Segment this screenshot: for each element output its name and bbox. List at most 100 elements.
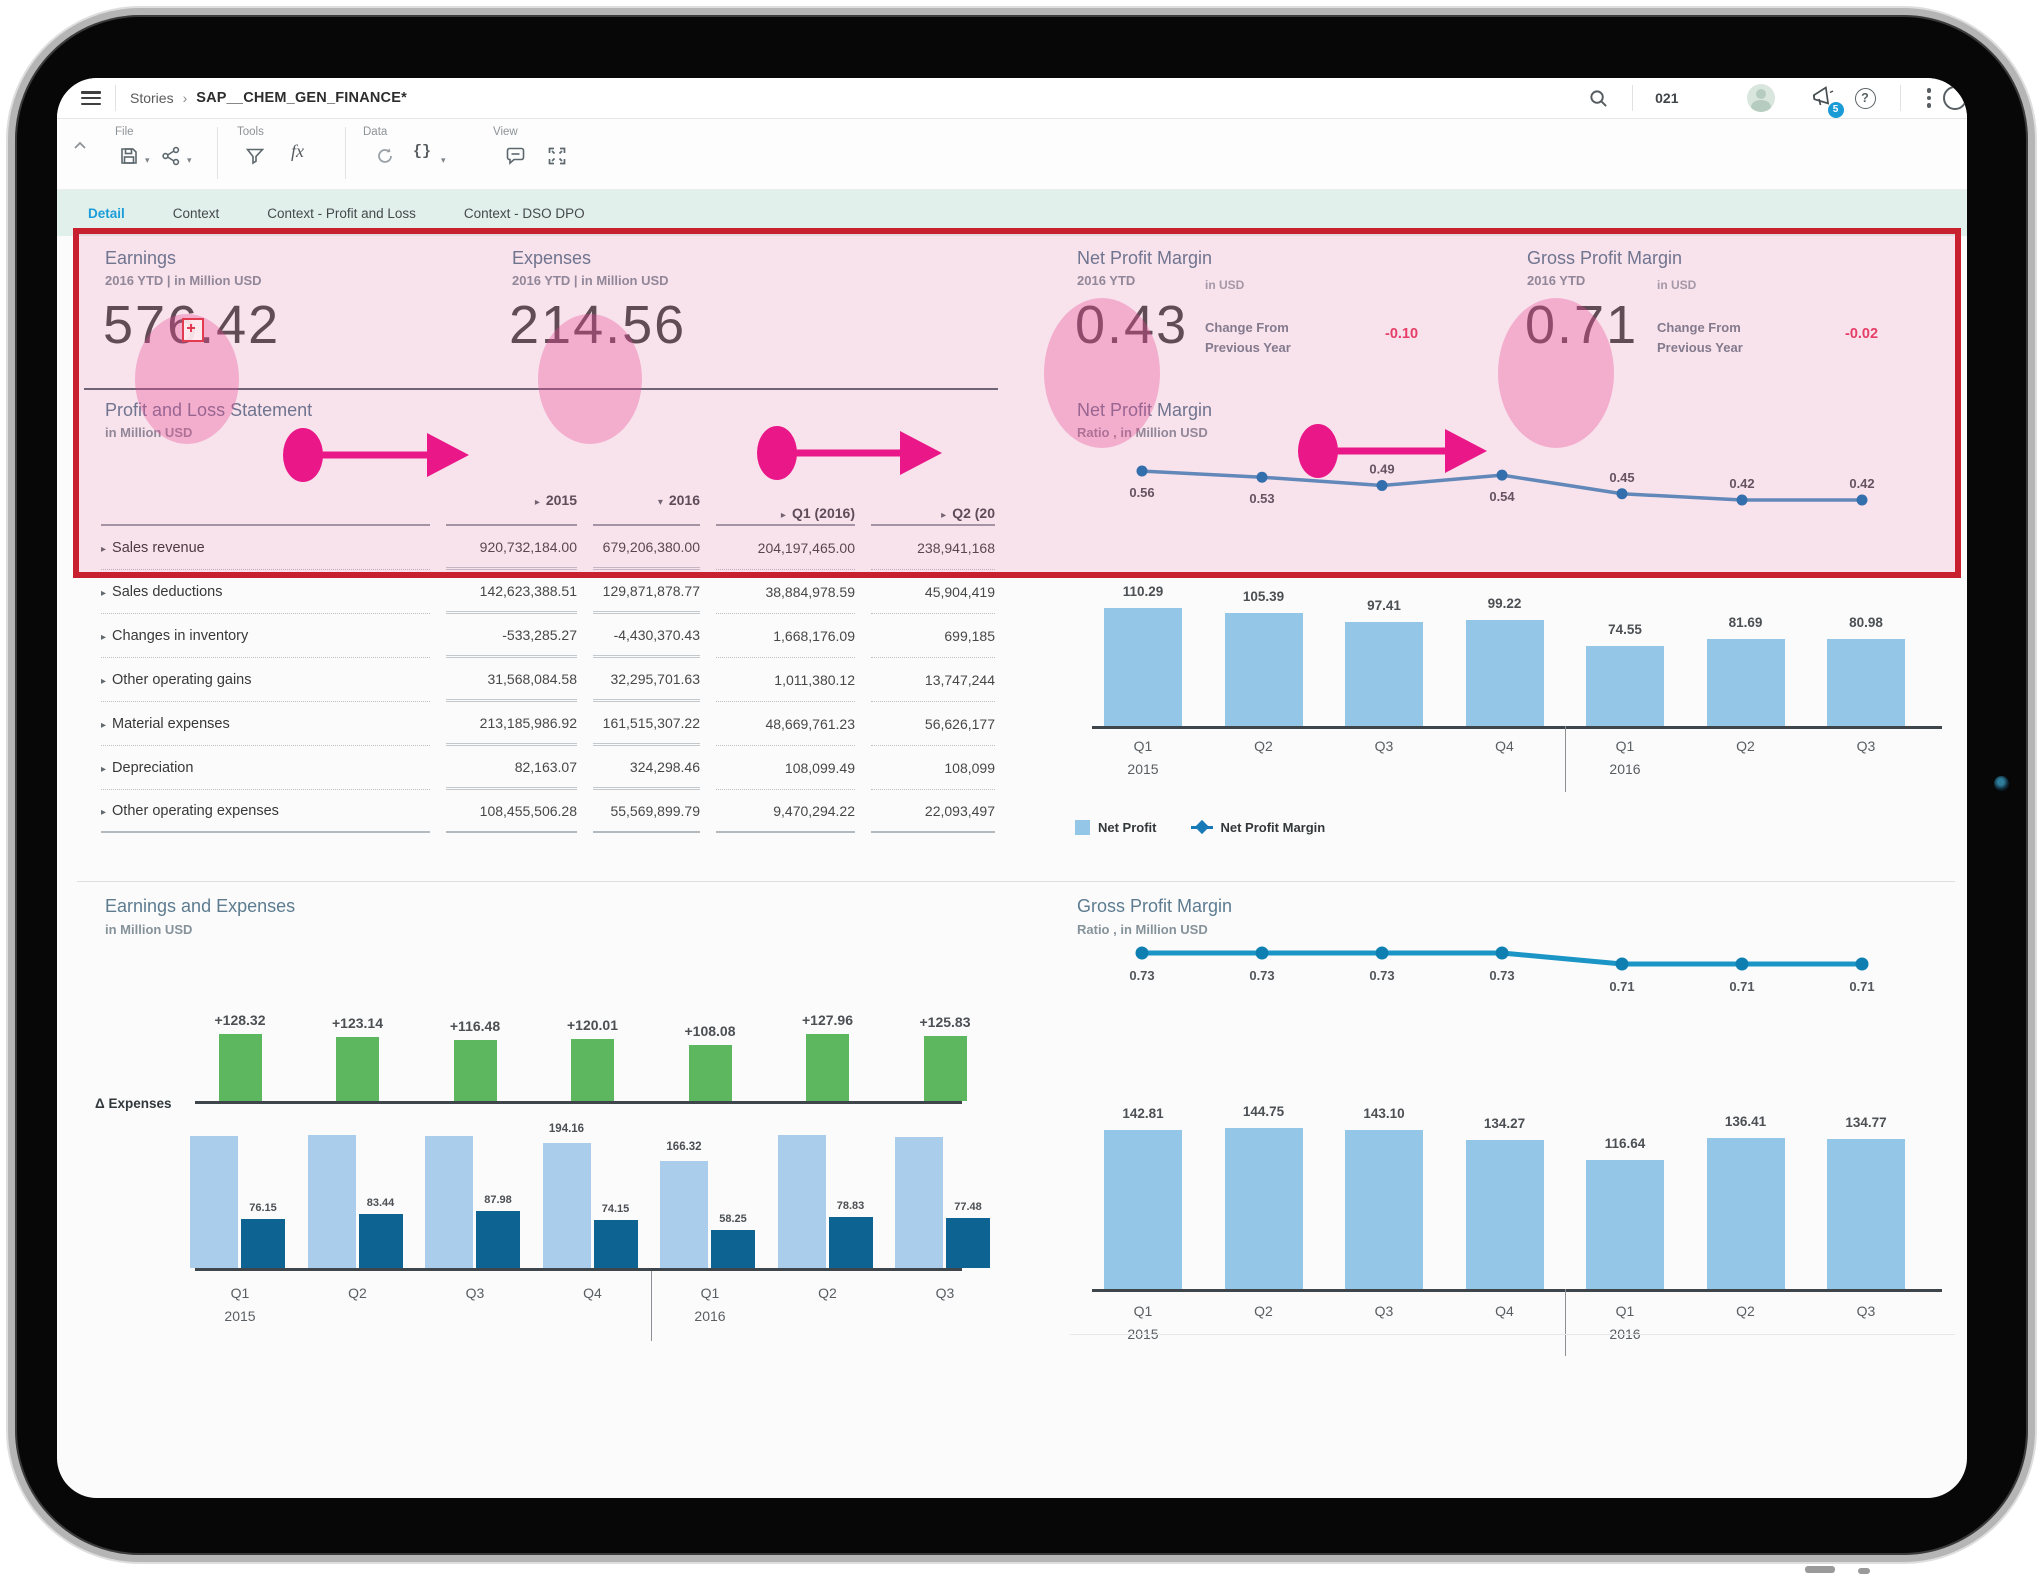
pnl-value-cell[interactable]: -4,430,370.43: [593, 614, 700, 658]
expand-triangle-icon[interactable]: ▸: [941, 510, 946, 521]
pnl-column-header[interactable]: ▸Q1 (2016): [716, 468, 855, 526]
collapse-triangle-icon[interactable]: ▾: [658, 497, 663, 508]
fullscreen-icon[interactable]: [547, 146, 567, 171]
pnl-value-cell[interactable]: 13,747,244: [871, 658, 995, 702]
expand-triangle-icon[interactable]: ▸: [101, 632, 106, 643]
pnl-value-cell[interactable]: 108,455,506.28: [446, 790, 577, 833]
line-data-point[interactable]: [1856, 958, 1869, 971]
expand-triangle-icon[interactable]: ▸: [101, 720, 106, 731]
comment-icon[interactable]: [505, 146, 526, 171]
search-input[interactable]: 021: [1655, 90, 1678, 106]
bar[interactable]: [1225, 1128, 1303, 1289]
pnl-value-cell[interactable]: 108,099: [871, 746, 995, 790]
bar[interactable]: [1104, 1130, 1182, 1289]
pnl-value-cell[interactable]: 204,197,465.00: [716, 526, 855, 570]
pnl-row-label[interactable]: ▸Sales revenue: [101, 526, 430, 570]
calculations-icon[interactable]: {}: [413, 143, 431, 160]
pnl-value-cell[interactable]: 129,871,878.77: [593, 570, 700, 614]
bar[interactable]: [1586, 1160, 1664, 1289]
pnl-value-cell[interactable]: 142,623,388.51: [446, 570, 577, 614]
pnl-value-cell[interactable]: 9,470,294.22: [716, 790, 855, 833]
line-data-point[interactable]: [1256, 947, 1269, 960]
expenses-bar[interactable]: [829, 1217, 873, 1268]
gross-profit-bar-chart[interactable]: 142.81Q1144.75Q2143.10Q3134.27Q4116.64Q1…: [1072, 1098, 1957, 1398]
pnl-row-label[interactable]: ▸Depreciation: [101, 746, 430, 790]
pnl-value-cell[interactable]: 324,298.46: [593, 746, 700, 790]
bar[interactable]: [1827, 1139, 1905, 1289]
expenses-bar[interactable]: [476, 1211, 520, 1268]
bar[interactable]: [1466, 620, 1544, 726]
expand-triangle-icon[interactable]: ▸: [101, 676, 106, 687]
pnl-value-cell[interactable]: 32,295,701.63: [593, 658, 700, 702]
delta-bar[interactable]: [924, 1036, 967, 1101]
bar[interactable]: [1586, 646, 1664, 726]
save-icon[interactable]: [119, 146, 139, 171]
legend-label[interactable]: Net Profit Margin: [1221, 820, 1326, 835]
expand-triangle-icon[interactable]: ▸: [101, 544, 106, 555]
bar[interactable]: [1104, 608, 1182, 726]
line-data-point[interactable]: [1137, 466, 1148, 477]
delta-bar[interactable]: [806, 1034, 849, 1101]
net-profit-bar-chart[interactable]: 110.29Q1105.39Q297.41Q399.22Q474.55Q181.…: [1072, 568, 1957, 818]
expand-triangle-icon[interactable]: ▸: [101, 588, 106, 599]
expand-triangle-icon[interactable]: ▸: [101, 807, 106, 818]
line-data-point[interactable]: [1257, 472, 1268, 483]
avatar[interactable]: [1747, 84, 1775, 112]
more-options-icon[interactable]: [1927, 88, 1932, 108]
earnings-expenses-chart[interactable]: Δ Expenses +128.32+123.14+116.48+120.01+…: [77, 886, 1027, 1386]
npm-line-chart[interactable]: 0.560.530.490.540.450.420.42: [1072, 446, 1957, 566]
expenses-bar[interactable]: [359, 1214, 403, 1268]
pnl-row-label[interactable]: ▸Changes in inventory: [101, 614, 430, 658]
pnl-value-cell[interactable]: -533,285.27: [446, 614, 577, 658]
pnl-value-cell[interactable]: 161,515,307.22: [593, 702, 700, 746]
breadcrumb-stories[interactable]: Stories: [130, 90, 174, 106]
pnl-value-cell[interactable]: 56,626,177: [871, 702, 995, 746]
delta-bar[interactable]: [689, 1045, 732, 1101]
expenses-bar[interactable]: [711, 1230, 755, 1268]
pnl-value-cell[interactable]: 38,884,978.59: [716, 570, 855, 614]
gpm-line-chart[interactable]: 0.730.730.730.730.710.710.71: [1072, 933, 1957, 1023]
pnl-value-cell[interactable]: 108,099.49: [716, 746, 855, 790]
pnl-value-cell[interactable]: 82,163.07: [446, 746, 577, 790]
pnl-value-cell[interactable]: 213,185,986.92: [446, 702, 577, 746]
line-data-point[interactable]: [1497, 470, 1508, 481]
bar[interactable]: [1345, 1130, 1423, 1289]
bar[interactable]: [1707, 1138, 1785, 1289]
refresh-icon[interactable]: [375, 146, 395, 171]
expenses-bar[interactable]: [594, 1220, 638, 1268]
pnl-column-header[interactable]: ▸2015: [446, 468, 577, 526]
pnl-column-header[interactable]: ▸Q2 (20: [871, 468, 995, 526]
line-data-point[interactable]: [1617, 488, 1628, 499]
pnl-value-cell[interactable]: 45,904,419: [871, 570, 995, 614]
pnl-value-cell[interactable]: 48,669,761.23: [716, 702, 855, 746]
delta-bar[interactable]: [336, 1037, 379, 1101]
share-dropdown-icon[interactable]: ▾: [187, 155, 192, 166]
expenses-bar[interactable]: [946, 1218, 990, 1268]
line-data-point[interactable]: [1136, 947, 1149, 960]
line-data-point[interactable]: [1736, 958, 1749, 971]
pnl-value-cell[interactable]: 1,011,380.12: [716, 658, 855, 702]
bar[interactable]: [1466, 1140, 1544, 1289]
pnl-value-cell[interactable]: 238,941,168: [871, 526, 995, 570]
expand-triangle-icon[interactable]: ▸: [535, 497, 540, 508]
bar[interactable]: [1345, 622, 1423, 726]
bar[interactable]: [1225, 613, 1303, 726]
pnl-value-cell[interactable]: 920,732,184.00: [446, 526, 577, 570]
line-data-point[interactable]: [1376, 947, 1389, 960]
delta-bar[interactable]: [219, 1034, 262, 1101]
calculations-dropdown-icon[interactable]: ▾: [441, 155, 446, 166]
expand-triangle-icon[interactable]: ▸: [101, 764, 106, 775]
line-data-point[interactable]: [1737, 495, 1748, 506]
announcements-button[interactable]: 5: [1811, 85, 1835, 112]
pnl-row-label[interactable]: ▸Sales deductions: [101, 570, 430, 614]
pnl-value-cell[interactable]: 22,093,497: [871, 790, 995, 833]
expenses-bar[interactable]: [241, 1219, 285, 1268]
pnl-value-cell[interactable]: 31,568,084.58: [446, 658, 577, 702]
pnl-row-label[interactable]: ▸Material expenses: [101, 702, 430, 746]
share-icon[interactable]: [161, 146, 181, 171]
legend-label[interactable]: Net Profit: [1098, 820, 1157, 835]
collapse-toolbar-icon[interactable]: [73, 137, 87, 155]
bar[interactable]: [1707, 639, 1785, 726]
bar[interactable]: [1827, 639, 1905, 726]
line-data-point[interactable]: [1496, 947, 1509, 960]
